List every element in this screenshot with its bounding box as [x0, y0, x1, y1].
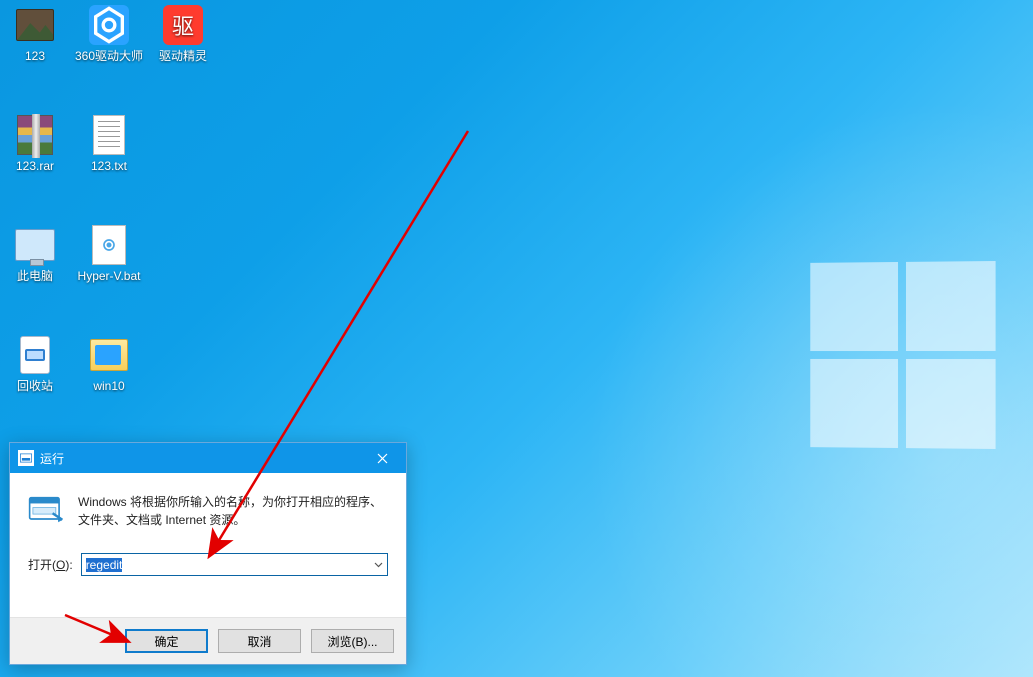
- icon-label: 123.txt: [74, 159, 144, 173]
- close-icon: [377, 453, 388, 464]
- desktop-icon-win10-folder[interactable]: win10: [74, 335, 144, 393]
- rar-icon: [17, 115, 53, 155]
- desktop-icon-driver-genius[interactable]: 驱 驱动精灵: [148, 5, 218, 63]
- dialog-description: Windows 将根据你所输入的名称，为你打开相应的程序、文件夹、文档或 Int…: [78, 493, 388, 529]
- recycle-bin-icon: [20, 336, 50, 374]
- bat-gear-icon: [92, 225, 126, 265]
- desktop-icon-folder-123[interactable]: 123: [0, 5, 70, 63]
- txt-icon: [93, 115, 125, 155]
- titlebar[interactable]: 运行: [10, 443, 406, 473]
- desktop-icon-123-rar[interactable]: 123.rar: [0, 115, 70, 173]
- icon-label: 驱动精灵: [148, 49, 218, 63]
- open-label: 打开(O):: [28, 556, 73, 573]
- ok-button[interactable]: 确定: [125, 629, 208, 653]
- icon-label: Hyper-V.bat: [74, 269, 144, 283]
- browse-button[interactable]: 浏览(B)...: [311, 629, 394, 653]
- icon-label: 此电脑: [0, 269, 70, 283]
- open-input[interactable]: [81, 553, 388, 576]
- desktop[interactable]: 123 360驱动大师 驱 驱动精灵 123.rar 123.txt 此电脑: [0, 0, 1033, 677]
- pc-icon: [15, 229, 55, 261]
- gear-hex-icon: [89, 5, 129, 45]
- close-button[interactable]: [360, 443, 404, 473]
- icon-label: 回收站: [0, 379, 70, 393]
- icon-label: win10: [74, 379, 144, 393]
- run-dialog-icon: [18, 450, 34, 466]
- dialog-title: 运行: [40, 450, 360, 467]
- cancel-button[interactable]: 取消: [218, 629, 301, 653]
- desktop-icon-123-txt[interactable]: 123.txt: [74, 115, 144, 173]
- icon-label: 123.rar: [0, 159, 70, 173]
- icon-label: 123: [0, 49, 70, 63]
- folder-icon: [90, 339, 128, 371]
- dropdown-button[interactable]: [368, 553, 388, 576]
- run-app-icon: [28, 495, 64, 525]
- chevron-down-icon: [374, 562, 383, 568]
- desktop-icon-this-pc[interactable]: 此电脑: [0, 225, 70, 283]
- run-dialog: 运行 Windows 将根据你所输入的名称，为你打开相应的程序、文件夹、文档或 …: [9, 442, 407, 665]
- windows-logo-watermark: [810, 261, 995, 449]
- desktop-icon-hyperv-bat[interactable]: Hyper-V.bat: [74, 225, 144, 283]
- dialog-button-bar: 确定 取消 浏览(B)...: [10, 617, 406, 664]
- open-combobox[interactable]: [81, 553, 388, 576]
- desktop-icon-360-driver[interactable]: 360驱动大师: [74, 5, 144, 63]
- icon-label: 360驱动大师: [74, 49, 144, 63]
- driver-genius-icon: 驱: [163, 5, 203, 45]
- desktop-icon-recycle-bin[interactable]: 回收站: [0, 335, 70, 393]
